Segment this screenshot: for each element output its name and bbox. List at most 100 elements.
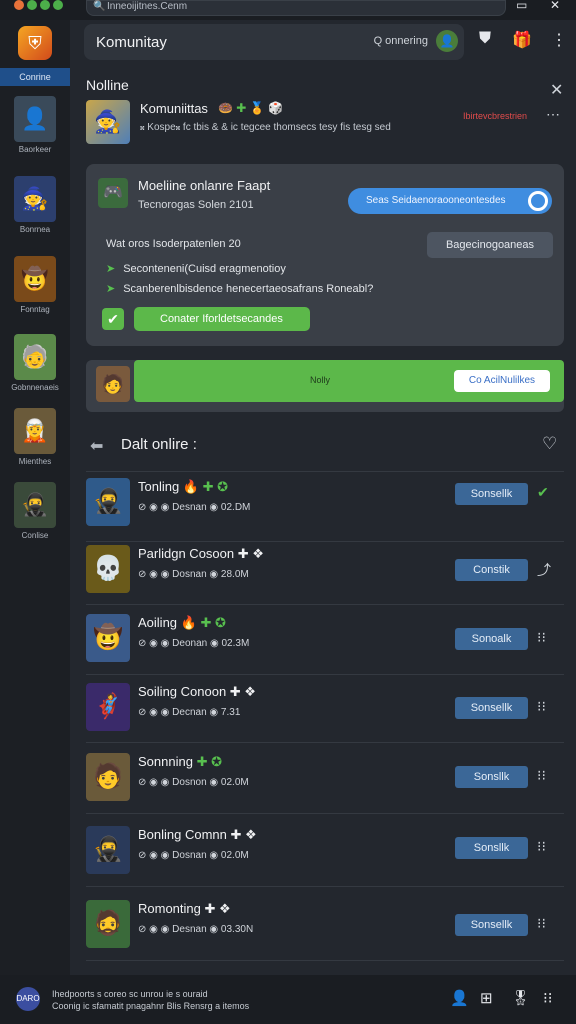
address-bar[interactable]: 🔍 Inneoijitnes.Cenm (86, 0, 506, 16)
more-vertical-icon[interactable]: ⋮ (551, 30, 567, 50)
notification-avatar: 🧙 (86, 100, 130, 144)
divider (86, 813, 564, 814)
badge-icon[interactable]: 🎖 (511, 989, 530, 1007)
row-avatar: 🧔 (86, 900, 130, 948)
rail-tab-online[interactable]: Conrine (0, 68, 70, 86)
divider (86, 886, 564, 887)
row-action-button[interactable]: Sonoalk (455, 628, 528, 650)
more-horizontal-icon[interactable]: ⋯ (546, 106, 560, 123)
banner-label: Nolly (310, 375, 331, 385)
divider (86, 960, 564, 961)
row-action-button[interactable]: Sonsllk (455, 837, 528, 859)
apps-icon[interactable]: ⁝⁝ (543, 989, 553, 1007)
row-name: Bonling Comnn ✚ ❖ (138, 827, 257, 843)
row-name-text: Aoiling (138, 615, 178, 630)
join-pill-label: Seas Seidaenoraooneontesdes (366, 195, 506, 206)
rail-label-1: Bonrnea (19, 225, 51, 234)
notification-name[interactable]: Komuniittas (140, 101, 208, 116)
rail-item-4[interactable]: 🧝 Mienthes (0, 408, 70, 466)
rail-label-0: Baorkeer (18, 145, 52, 154)
user-avatar[interactable]: 👤 (436, 30, 458, 52)
row-action-button[interactable]: Sonsellk (455, 697, 528, 719)
row-meta: ⊘ ◉ ◉ Decnan ◉ 7.31 (138, 707, 241, 718)
rail-label-3: Gobnnenaeis (11, 383, 59, 392)
notification-status: Ibirtevcbrestrien (463, 111, 528, 121)
close-panel-icon[interactable]: ✕ (550, 80, 563, 100)
invite-card: 🎮 Moeliine onlanre Faapt Tecnorogas Sole… (86, 164, 564, 346)
minimize-dot[interactable] (27, 0, 37, 10)
extra-dot[interactable] (53, 0, 63, 10)
check-icon[interactable]: ✔ (537, 484, 549, 501)
table-row[interactable]: 🦸 Soiling Conoon ✚ ❖ ⊘ ◉ ◉ Decnan ◉ 7.31… (86, 683, 564, 743)
bullet-arrow-icon: ➤ (106, 283, 116, 295)
table-row[interactable]: 🧔 Romonting ✚ ❖ ⊘ ◉ ◉ Desnan ◉ 03.30N So… (86, 900, 564, 960)
banner-avatar: 🧑 (96, 366, 130, 402)
table-row[interactable]: 🥷 Tonling 🔥 ✚ ✪ ⊘ ◉ ◉ Desnan ◉ 02.DM Son… (86, 478, 564, 538)
shield-icon[interactable]: ⛊ (479, 30, 491, 48)
divider (86, 471, 564, 472)
grid-icon[interactable]: ⁝⁝ (537, 698, 546, 715)
row-avatar: 🥷 (86, 478, 130, 526)
table-row[interactable]: 🤠 Aoiling 🔥 ✚ ✪ ⊘ ◉ ◉ Deonan ◉ 02.3M Son… (86, 614, 564, 674)
row-action-button[interactable]: Sonsellk (455, 483, 528, 505)
table-row[interactable]: 🥷 Bonling Comnn ✚ ❖ ⊘ ◉ ◉ Dosnan ◉ 02.0M… (86, 826, 564, 886)
back-arrow-icon[interactable]: ⬅ (90, 436, 103, 456)
row-avatar: 💀 (86, 545, 130, 593)
rail-label-4: Mienthes (18, 457, 52, 466)
row-meta: ⊘ ◉ ◉ Dosnan ◉ 02.0M (138, 850, 249, 861)
restore-icon[interactable]: ▭ (516, 0, 527, 11)
rail-item-5[interactable]: 🥷 Conlise (0, 482, 70, 540)
status-banner: 🧑 Nolly Co AcilNulilkes (86, 360, 564, 412)
row-name: Romonting ✚ ❖ (138, 901, 231, 917)
row-name: Soiling Conoon ✚ ❖ (138, 684, 256, 700)
heart-icon[interactable]: ♡ (542, 434, 557, 454)
row-badges-icon: ✚ ❖ (204, 901, 231, 916)
gift-icon[interactable]: 🎁 (512, 30, 532, 50)
row-name-text: Romonting (138, 901, 201, 916)
footer-logo-icon[interactable]: DARO (16, 987, 40, 1011)
banner-button[interactable]: Co AcilNulilkes (454, 370, 550, 392)
row-action-button[interactable]: Sonsellk (455, 914, 528, 936)
notification-text: 𝄪 Kospe𝄪 fc tbis & & ic tegcee thomsecs … (140, 122, 391, 133)
rail-label-5: Conlise (21, 531, 49, 540)
divider (86, 541, 564, 542)
community-header: Komunitay Q onnering 👤 (84, 24, 464, 60)
confirm-button[interactable]: Conater Iforldetsecandes (134, 307, 310, 331)
row-name-text: Sonnning (138, 754, 193, 769)
rail-item-2[interactable]: 🤠 Fonntag (0, 256, 70, 314)
footer-line-2: Coonig ic sfamatit pnagahnr Blis Rensrg … (52, 1001, 250, 1011)
rail-item-1[interactable]: 🧙 Bonrnea (0, 176, 70, 234)
row-name-text: Bonling Comnn ✚ ❖ (138, 827, 257, 842)
bullet-arrow-icon: ➤ (106, 263, 116, 275)
maximize-dot[interactable] (40, 0, 50, 10)
grid-icon[interactable]: ⁝⁝ (537, 629, 546, 646)
banner-bar: Nolly Co AcilNulilkes (134, 360, 564, 402)
table-row[interactable]: 🧑 Sonnning ✚ ✪ ⊘ ◉ ◉ Dosnon ◉ 02.0M Sons… (86, 753, 564, 813)
rail-item-0[interactable]: 👤 Baorkeer (0, 96, 70, 154)
ring-icon (528, 191, 548, 211)
grid-icon[interactable]: ⁝⁝ (537, 838, 546, 855)
close-window-icon[interactable]: ✕ (550, 0, 560, 11)
title-bar: 🔍 Inneoijitnes.Cenm ▭ ✕ (0, 0, 576, 20)
close-dot[interactable] (14, 0, 24, 10)
row-action-button[interactable]: Sonsllk (455, 766, 528, 788)
rail-item-3[interactable]: 🧓 Gobnnenaeis (0, 334, 70, 392)
checkbox-checked[interactable]: ✔ (102, 308, 124, 330)
join-pill-button[interactable]: Seas Seidaenoraooneontesdes (348, 188, 552, 214)
table-row[interactable]: 💀 Parlidgn Cosoon ✚ ❖ ⊘ ◉ ◉ Dosnan ◉ 28.… (86, 545, 564, 605)
app-logo-icon[interactable]: ⛨ (18, 26, 52, 60)
url-text: Inneoijitnes.Cenm (107, 1, 188, 12)
row-name: Sonnning ✚ ✪ (138, 754, 222, 770)
row-action-button[interactable]: Constik (455, 559, 528, 581)
row-meta: ⊘ ◉ ◉ Desnan ◉ 03.30N (138, 924, 254, 935)
share-icon[interactable]: ⤴ (537, 560, 551, 580)
grid-icon[interactable]: ⁝⁝ (537, 915, 546, 932)
row-name: Parlidgn Cosoon ✚ ❖ (138, 546, 264, 562)
secondary-button[interactable]: Bagecinogoaneas (427, 232, 553, 258)
footer-avatar-icon[interactable]: 👤 (450, 989, 469, 1007)
grid-icon[interactable]: ⁝⁝ (537, 767, 546, 784)
row-meta: ⊘ ◉ ◉ Dosnon ◉ 02.0M (138, 777, 249, 788)
grid-icon[interactable]: ⊞ (480, 989, 493, 1007)
panel-title: Nolline (86, 77, 129, 93)
search-input[interactable]: Q onnering (374, 35, 428, 47)
